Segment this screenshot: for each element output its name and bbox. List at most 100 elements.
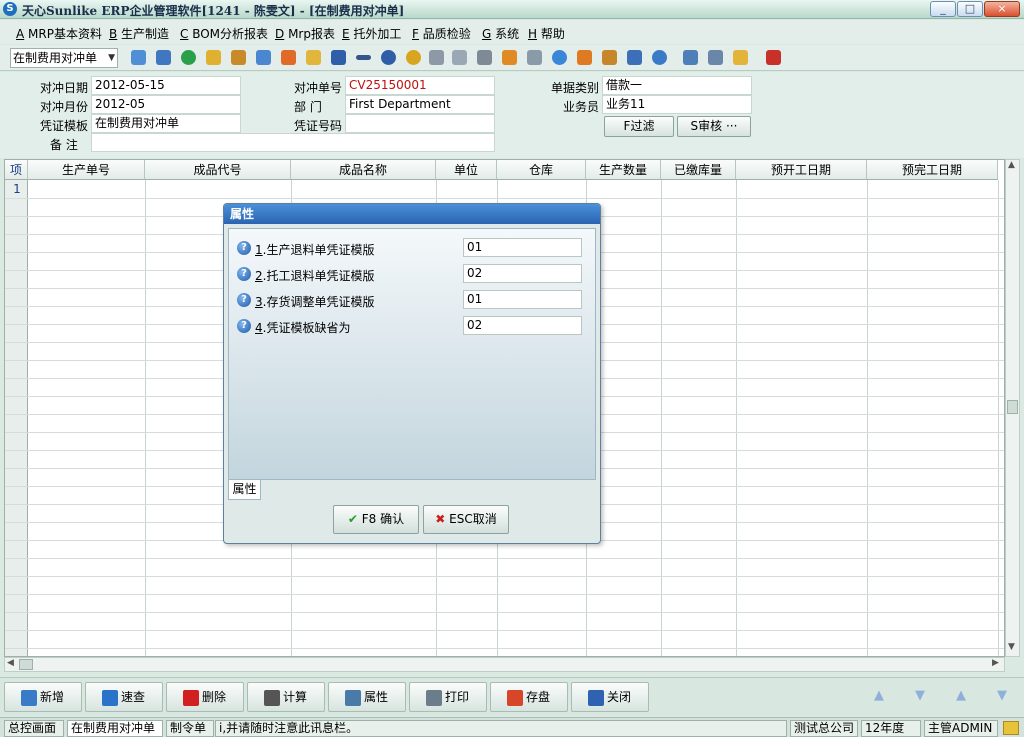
template-field[interactable]: 在制费用对冲单 (91, 114, 241, 133)
col-header-end-date[interactable]: 预完工日期 (867, 160, 998, 180)
chevron-down-icon[interactable]: ▼ (108, 49, 115, 67)
filter-button[interactable]: F过滤 (604, 116, 674, 137)
voucher-field[interactable] (345, 114, 495, 133)
dept-field[interactable]: First Department (345, 95, 495, 114)
mail-icon[interactable] (306, 50, 321, 65)
col-header-warehouse[interactable]: 仓库 (497, 160, 586, 180)
property-value-input[interactable]: 01 (463, 290, 582, 309)
date-field[interactable]: 2012-05-15 (91, 76, 241, 95)
add-button[interactable]: 新增 (4, 682, 82, 712)
audit-button[interactable]: S审核 ··· (677, 116, 751, 137)
dialog-title: 属性 (224, 204, 600, 224)
note-field[interactable] (91, 133, 495, 152)
calculator-icon[interactable] (477, 50, 492, 65)
tree-icon[interactable] (131, 50, 146, 65)
save-button[interactable]: 存盘 (490, 682, 568, 712)
tab-properties[interactable]: 属性 (228, 480, 261, 500)
next-record-icon[interactable]: ▼ (909, 686, 931, 706)
menu-outsourcing[interactable]: E 托外加工 (342, 25, 401, 42)
properties-button[interactable]: 属性 (328, 682, 406, 712)
user-key-icon[interactable] (206, 50, 221, 65)
menu-mrp-reports[interactable]: D Mrp报表 (275, 25, 335, 42)
copy-icon[interactable] (527, 50, 542, 65)
staff-field[interactable]: 业务11 (602, 95, 752, 114)
minimize-button[interactable]: _ (930, 1, 956, 17)
bell-icon[interactable] (577, 50, 592, 65)
col-header-quantity[interactable]: 生产数量 (586, 160, 661, 180)
phone-icon[interactable] (181, 50, 196, 65)
scroll-thumb[interactable] (1007, 400, 1018, 414)
col-header-stocked-qty[interactable]: 已缴库量 (661, 160, 736, 180)
property-value-input[interactable]: 02 (463, 264, 582, 283)
property-value-input[interactable]: 02 (463, 316, 582, 335)
menu-production[interactable]: B 生产制造 (109, 25, 169, 42)
month-label: 对冲月份 (40, 100, 89, 114)
col-header-product-code[interactable]: 成品代号 (145, 160, 291, 180)
property-value-input[interactable]: 01 (463, 238, 582, 257)
briefcase-icon[interactable] (231, 50, 246, 65)
module-select[interactable]: 在制费用对冲单 ▼ (10, 48, 118, 68)
window-icon[interactable] (683, 50, 698, 65)
help-icon[interactable] (381, 50, 396, 65)
book-icon[interactable] (331, 50, 346, 65)
delete-button[interactable]: 删除 (166, 682, 244, 712)
close-button[interactable]: 关闭 (571, 682, 649, 712)
month-field[interactable]: 2012-05 (91, 95, 241, 114)
close-icon (588, 690, 604, 706)
scroll-right-icon[interactable]: ▶ (992, 658, 999, 668)
help-icon: ? (237, 267, 251, 281)
maximize-button[interactable]: □ (957, 1, 983, 17)
col-header-item[interactable]: 项 (5, 160, 28, 180)
dollar-icon[interactable] (406, 50, 421, 65)
exit-icon[interactable] (766, 50, 781, 65)
doc-no-field[interactable]: CV25150001 (345, 76, 495, 95)
previous-record-icon[interactable]: ▲ (950, 686, 972, 706)
confirm-button[interactable]: ✔ F8 确认 (333, 505, 419, 534)
menu-mrp-basic[interactable]: A MRP基本资料 (16, 25, 102, 42)
screen-icon[interactable] (627, 50, 642, 65)
property-row: ? 1.生产退料单凭证模版 01 (237, 238, 587, 258)
close-box-icon[interactable] (708, 50, 723, 65)
scroll-thumb-h[interactable] (19, 659, 33, 670)
col-header-order-no[interactable]: 生产单号 (28, 160, 145, 180)
status-tab-work-order[interactable]: 制令单 (166, 720, 214, 737)
doc-type-field[interactable]: 借款一 (602, 76, 752, 95)
row-number[interactable]: 1 (7, 182, 27, 198)
quick-search-button[interactable]: 速查 (85, 682, 163, 712)
property-row: ? 4.凭证模板缺省为 02 (237, 316, 587, 336)
col-header-unit[interactable]: 单位 (436, 160, 497, 180)
vertical-scrollbar[interactable]: ▲ ▼ (1005, 159, 1020, 657)
scroll-up-icon[interactable]: ▲ (1008, 160, 1015, 170)
users-icon[interactable] (281, 50, 296, 65)
close-window-button[interactable]: × (984, 1, 1020, 17)
status-tab-control-panel[interactable]: 总控画面 (4, 720, 64, 737)
check-circle-icon[interactable] (552, 50, 567, 65)
col-header-start-date[interactable]: 预开工日期 (736, 160, 867, 180)
database-icon[interactable] (502, 50, 517, 65)
col-header-product-name[interactable]: 成品名称 (291, 160, 436, 180)
menu-bom-reports[interactable]: C BOM分析报表 (180, 25, 268, 42)
scroll-left-icon[interactable]: ◀ (7, 658, 14, 668)
scroll-down-icon[interactable]: ▼ (1008, 642, 1015, 652)
message-icon[interactable] (1003, 721, 1019, 735)
title-bar: S 天心Sunlike ERP企业管理软件[1241 - 陈雯文] - [在制费… (0, 0, 1024, 19)
home-icon[interactable] (256, 50, 271, 65)
monitor-icon[interactable] (156, 50, 171, 65)
cancel-button[interactable]: ✖ ESC取消 (423, 505, 509, 534)
menu-help[interactable]: H 帮助 (528, 25, 565, 42)
document-icon[interactable] (452, 50, 467, 65)
sunlike-logo-icon: S (3, 2, 17, 16)
calculate-button[interactable]: 计算 (247, 682, 325, 712)
print-button[interactable]: 打印 (409, 682, 487, 712)
refresh-icon[interactable] (652, 50, 667, 65)
key-icon[interactable] (356, 55, 371, 60)
status-tab-current-doc[interactable]: 在制费用对冲单 (67, 720, 163, 737)
cascade-icon[interactable] (733, 50, 748, 65)
horizontal-scrollbar[interactable]: ◀ ▶ (4, 657, 1005, 672)
cart-icon[interactable] (429, 50, 444, 65)
first-record-icon[interactable]: ▲ (868, 686, 890, 706)
last-record-icon[interactable]: ▼ (991, 686, 1013, 706)
pyramid-icon[interactable] (602, 50, 617, 65)
menu-quality[interactable]: F 品质检验 (412, 25, 471, 42)
menu-system[interactable]: G 系统 (482, 25, 519, 42)
